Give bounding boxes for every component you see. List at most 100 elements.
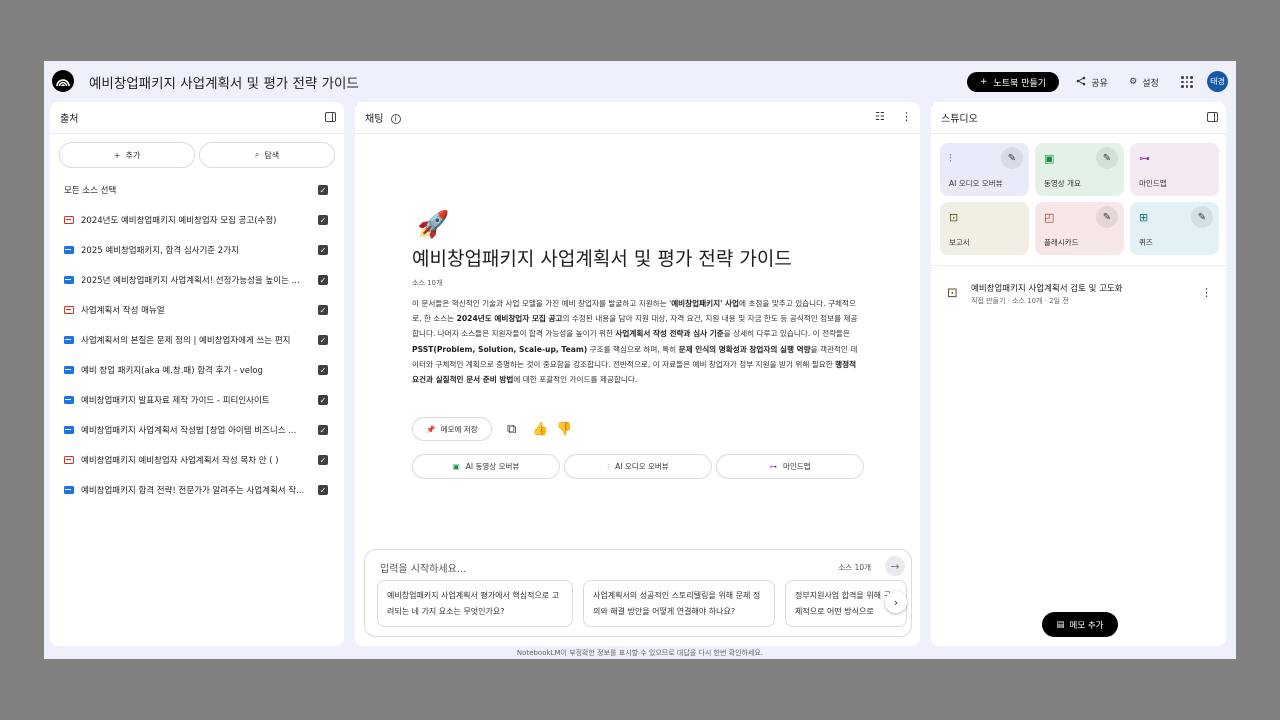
collapse-panel-icon[interactable] (1207, 112, 1218, 122)
suggested-question-1[interactable]: 예비창업패키지 사업계획서 평가에서 핵심적으로 고려되는 네 가지 요소는 무… (377, 580, 573, 627)
studio-tile[interactable]: ⫶ ✎ AI 오디오 오버뷰 (940, 143, 1029, 196)
studio-tile-label: 마인드맵 (1139, 179, 1167, 188)
more-vert-icon[interactable]: ⋮ (1201, 286, 1212, 299)
chevron-right-icon[interactable]: › (885, 591, 907, 613)
report-icon: ⊡ (949, 211, 959, 224)
apps-grid-icon[interactable] (1181, 76, 1193, 88)
checkbox-checked-icon[interactable]: ✓ (318, 185, 328, 195)
checkbox-checked-icon[interactable]: ✓ (318, 275, 328, 285)
notebooklm-logo-icon[interactable] (52, 70, 74, 92)
source-item[interactable]: 예비창업패키지 합격 전략! 전문가가 알려주는 사업계획서 작... ✓ (64, 481, 328, 499)
explore-sources-button[interactable]: ⌕ 탐색 (199, 142, 335, 168)
source-item[interactable]: 예비 창업 패키지(aka 예.창.패) 합격 후기 - velog ✓ (64, 361, 328, 379)
studio-tile[interactable]: ⊡ 보고서 (940, 202, 1029, 255)
source-label: 예비창업패키지 합격 전략! 전문가가 알려주는 사업계획서 작... (81, 486, 305, 496)
source-count: 소스 10개 (412, 279, 443, 287)
checkbox-checked-icon[interactable]: ✓ (318, 365, 328, 375)
send-arrow-icon[interactable]: → (885, 556, 905, 576)
ai-audio-overview-pill[interactable]: ⫶ AI 오디오 오버뷰 (564, 454, 712, 479)
source-item[interactable]: 2025년 예비창업패키지 사업계획서! 선정가능성을 높이는 ... ✓ (64, 271, 328, 289)
chat-content: 🚀 예비창업패키지 사업계획서 및 평가 전략 가이드 소스 10개 이 문서들… (355, 133, 920, 545)
notebook-heading: 예비창업패키지 사업계획서 및 평가 전략 가이드 (412, 248, 792, 270)
save-to-note-button[interactable]: 📌 메모에 저장 (412, 417, 492, 441)
notebook-app: 예비창업패키지 사업계획서 및 평가 전략 가이드 + 노트북 만들기 공유 ⚙… (44, 61, 1236, 659)
note-item[interactable]: ⊡ 예비창업패키지 사업계획서 검토 및 고도화 직접 만들기 · 소스 10개… (945, 282, 1216, 312)
thumbs-down-icon[interactable]: 👎 (556, 422, 572, 437)
source-item[interactable]: 사업계획서의 본질은 문제 정의 | 예비창업자에게 쓰는 편지 ✓ (64, 331, 328, 349)
mindmap-pill[interactable]: ⊶ 마인드맵 (716, 454, 864, 479)
web-page-icon (64, 336, 74, 344)
source-item[interactable]: 사업계획서 작성 매뉴얼 ✓ (64, 301, 328, 319)
edit-pencil-icon[interactable]: ✎ (1096, 206, 1118, 228)
web-page-icon (64, 426, 74, 434)
more-vert-icon[interactable]: ⋮ (901, 110, 912, 123)
notebook-title[interactable]: 예비창업패키지 사업계획서 및 평가 전략 가이드 (89, 72, 359, 92)
suggested-question-2[interactable]: 사업계획서의 성공적인 스토리텔링을 위해 문제 정의와 해결 방안을 어떻게 … (583, 580, 775, 627)
edit-pencil-icon[interactable]: ✎ (1191, 206, 1213, 228)
ai-video-overview-pill[interactable]: ▣ AI 동영상 오버뷰 (412, 454, 560, 479)
checkbox-checked-icon[interactable]: ✓ (318, 305, 328, 315)
add-source-button[interactable]: + 추가 (59, 142, 195, 168)
disclaimer-footer: NotebookLM이 부정확한 정보를 표시할 수 있으므로 대답을 다시 한… (516, 649, 764, 657)
audio-icon: ⫶ (607, 461, 610, 471)
studio-tile[interactable]: ⊶ 마인드맵 (1130, 143, 1219, 196)
edit-pencil-icon[interactable]: ✎ (1001, 147, 1023, 169)
source-item[interactable]: 2024년도 예비창업패키지 예비창업자 모집 공고(수정) ✓ (64, 211, 328, 229)
studio-tile[interactable]: ◰ ✎ 플래시카드 (1035, 202, 1124, 255)
source-label: 사업계획서 작성 매뉴얼 (81, 306, 165, 316)
studio-panel-title: 스튜디오 (941, 114, 978, 125)
tune-settings-icon[interactable]: ☷ (875, 110, 885, 123)
flashcard-icon: ◰ (1044, 211, 1055, 224)
select-all-sources[interactable]: 모든 소스 선택 ✓ (64, 181, 328, 199)
checkbox-checked-icon[interactable]: ✓ (318, 455, 328, 465)
top-bar: 예비창업패키지 사업계획서 및 평가 전략 가이드 + 노트북 만들기 공유 ⚙… (44, 61, 1236, 101)
checkbox-checked-icon[interactable]: ✓ (318, 335, 328, 345)
chat-input[interactable]: 입력을 시작하세요... (380, 560, 466, 575)
pdf-icon (64, 306, 74, 314)
checkbox-checked-icon[interactable]: ✓ (318, 245, 328, 255)
studio-panel: 스튜디오 ⫶ ✎ AI 오디오 오버뷰 ▣ ✎ 동영상 개요 ⊶ 마인드맵 ⊡ 보고서 ◰ ✎ 플래시카… (931, 102, 1226, 646)
studio-tile-label: 보고서 (949, 238, 970, 247)
source-label: 2025년 예비창업패키지 사업계획서! 선정가능성을 높이는 ... (81, 276, 300, 286)
settings-button[interactable]: ⚙ 설정 (1120, 72, 1168, 92)
source-label: 예비창업패키지 사업계획서 작성법 [창업 아이템 비즈니스 ... (81, 426, 297, 436)
source-item[interactable]: 예비창업패키지 사업계획서 작성법 [창업 아이템 비즈니스 ... ✓ (64, 421, 328, 439)
share-button[interactable]: 공유 (1068, 72, 1116, 92)
checkbox-checked-icon[interactable]: ✓ (318, 485, 328, 495)
input-source-count: 소스 10개 (838, 563, 871, 572)
studio-tile[interactable]: ▣ ✎ 동영상 개요 (1035, 143, 1124, 196)
source-item[interactable]: 2025 예비창업패키지, 합격 심사기준 2가지 ✓ (64, 241, 328, 259)
divider (931, 133, 1226, 134)
add-note-button[interactable]: ▤ 메모 추가 (1042, 612, 1118, 637)
source-label: 2025 예비창업패키지, 합격 심사기준 2가지 (81, 246, 239, 256)
source-item[interactable]: 예비창업패키지 예비창업자 사업계획서 작성 목차 안 ( ) ✓ (64, 451, 328, 469)
studio-tile-label: 플래시카드 (1044, 238, 1079, 247)
note-subtitle: 직접 만들기 · 소스 10개 · 2일 전 (971, 297, 1069, 305)
pdf-icon (64, 456, 74, 464)
video-icon: ▣ (1044, 152, 1055, 165)
explore-search-icon: ⌕ (254, 150, 260, 159)
checkbox-checked-icon[interactable]: ✓ (318, 425, 328, 435)
edit-pencil-icon[interactable]: ✎ (1096, 147, 1118, 169)
info-icon[interactable]: i (390, 114, 401, 124)
studio-tile[interactable]: ⊞ ✎ 퀴즈 (1130, 202, 1219, 255)
web-page-icon (64, 486, 74, 494)
web-page-icon (64, 396, 74, 404)
chat-panel: 채팅 i ☷ ⋮ 🚀 예비창업패키지 사업계획서 및 평가 전략 가이드 소스 … (355, 102, 920, 646)
video-icon: ▣ (452, 462, 460, 471)
source-label: 2024년도 예비창업패키지 예비창업자 모집 공고(수정) (81, 216, 277, 226)
source-item[interactable]: 예비창업패키지 발표자료 제작 가이드 - 피티인사이트 ✓ (64, 391, 328, 409)
studio-tile-label: 동영상 개요 (1044, 179, 1081, 188)
checkbox-checked-icon[interactable]: ✓ (318, 395, 328, 405)
new-notebook-button[interactable]: + 노트북 만들기 (967, 72, 1059, 92)
checkbox-checked-icon[interactable]: ✓ (318, 215, 328, 225)
audio-icon: ⫶ (949, 152, 952, 165)
copy-icon[interactable]: ⧉ (507, 422, 516, 437)
studio-tile-label: 퀴즈 (1139, 238, 1153, 247)
note-icon: ⊡ (947, 286, 958, 301)
web-page-icon (64, 366, 74, 374)
collapse-panel-icon[interactable] (325, 112, 336, 122)
pdf-icon (64, 216, 74, 224)
thumbs-up-icon[interactable]: 👍 (532, 422, 548, 437)
avatar[interactable]: 태경 (1207, 71, 1228, 92)
